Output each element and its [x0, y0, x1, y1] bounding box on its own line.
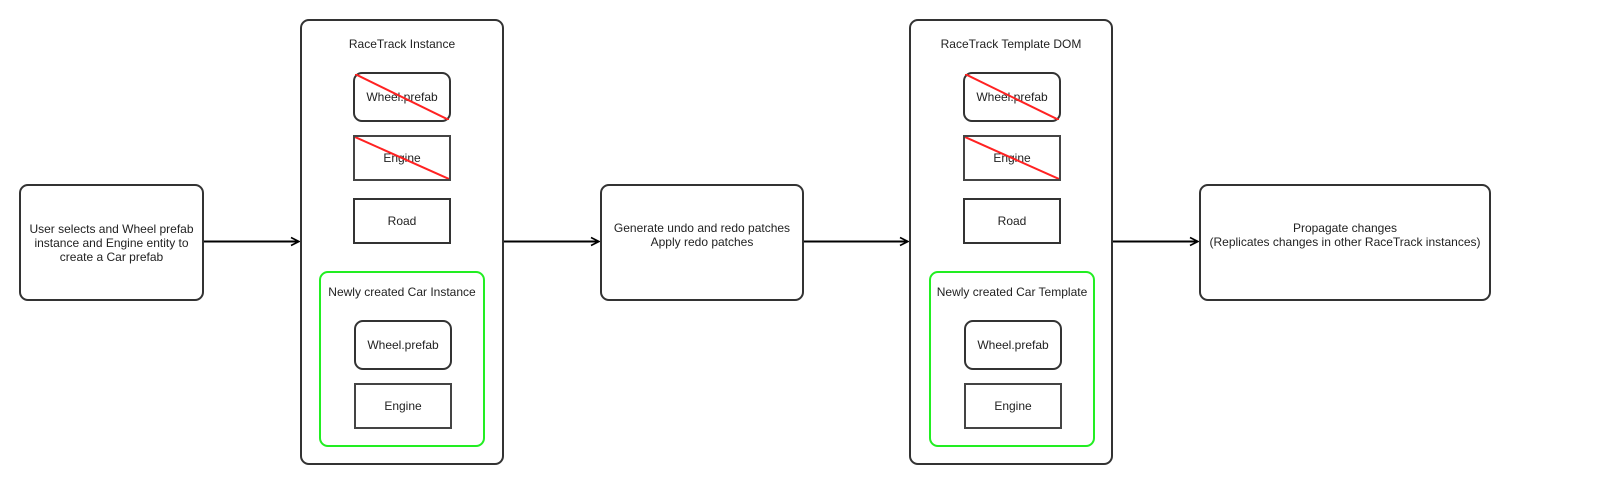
racetrack-instance-container[interactable]: RaceTrack Instance Wheel.prefab Engine R… [300, 19, 504, 465]
car-template-group[interactable]: Newly created Car Template Wheel.prefab … [929, 271, 1095, 447]
engine-item[interactable]: Engine [963, 135, 1061, 181]
road-item[interactable]: Road [963, 198, 1061, 244]
item-label: Engine [993, 151, 1031, 165]
patch-node-text: Generate undo and redo patches Apply red… [613, 220, 791, 249]
group-title: Newly created Car Instance [328, 285, 476, 299]
item-label: Engine [383, 151, 421, 165]
car-instance-group[interactable]: Newly created Car Instance Wheel.prefab … [319, 271, 485, 447]
group-title: Newly created Car Template [936, 285, 1088, 299]
wheel-prefab-item[interactable]: Wheel.prefab [963, 72, 1061, 122]
engine-item[interactable]: Engine [353, 135, 451, 181]
item-label: Engine [994, 399, 1032, 413]
engine-item[interactable]: Engine [964, 383, 1062, 429]
item-label: Wheel.prefab [367, 338, 439, 352]
wheel-prefab-item[interactable]: Wheel.prefab [964, 320, 1062, 370]
container-title: RaceTrack Template DOM [940, 37, 1082, 51]
start-node-text: User selects and Wheel prefab instance a… [29, 221, 194, 264]
item-label: Road [387, 214, 417, 228]
wheel-prefab-item[interactable]: Wheel.prefab [353, 72, 451, 122]
item-label: Wheel.prefab [977, 338, 1049, 352]
patch-node[interactable]: Generate undo and redo patches Apply red… [600, 184, 804, 301]
propagate-node-text: Propagate changes (Replicates changes in… [1209, 220, 1481, 249]
item-label: Road [997, 214, 1027, 228]
wheel-prefab-item[interactable]: Wheel.prefab [354, 320, 452, 370]
item-label: Wheel.prefab [976, 90, 1048, 104]
engine-item[interactable]: Engine [354, 383, 452, 429]
propagate-node[interactable]: Propagate changes (Replicates changes in… [1199, 184, 1491, 301]
item-label: Wheel.prefab [366, 90, 438, 104]
racetrack-template-container[interactable]: RaceTrack Template DOM Wheel.prefab Engi… [909, 19, 1113, 465]
start-node[interactable]: User selects and Wheel prefab instance a… [19, 184, 204, 301]
road-item[interactable]: Road [353, 198, 451, 244]
item-label: Engine [384, 399, 422, 413]
container-title: RaceTrack Instance [348, 37, 456, 51]
